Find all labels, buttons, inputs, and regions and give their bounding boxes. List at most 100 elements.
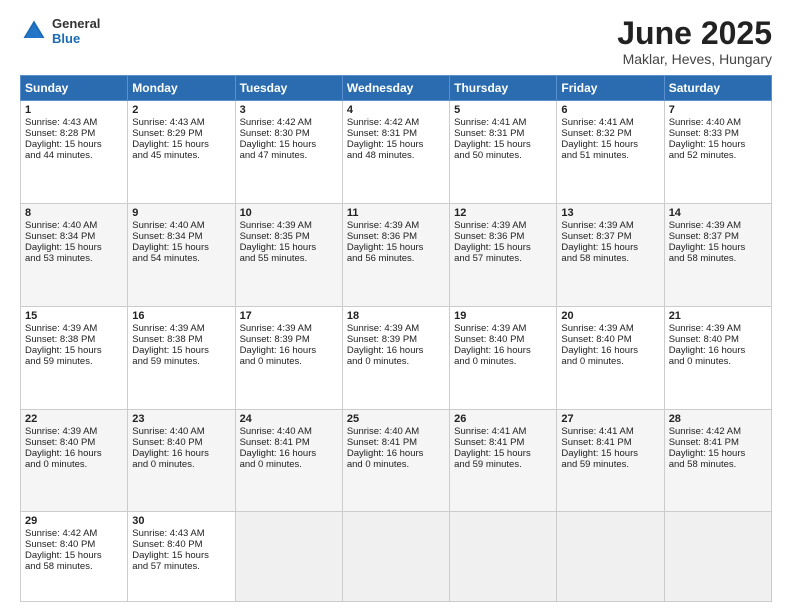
day-info-line: Daylight: 16 hours <box>347 345 445 356</box>
day-info-line: Sunrise: 4:42 AM <box>25 528 123 539</box>
day-info-line: Sunrise: 4:40 AM <box>132 220 230 231</box>
day-info-line: and 58 minutes. <box>669 253 767 264</box>
day-number: 26 <box>454 413 552 425</box>
calendar-cell: 23Sunrise: 4:40 AMSunset: 8:40 PMDayligh… <box>128 409 235 512</box>
day-number: 15 <box>25 310 123 322</box>
day-info-line: and 54 minutes. <box>132 253 230 264</box>
day-info-line: Sunrise: 4:41 AM <box>454 426 552 437</box>
day-info-line: Sunrise: 4:42 AM <box>240 117 338 128</box>
day-info-line: Sunset: 8:39 PM <box>240 334 338 345</box>
header: General Blue June 2025 Maklar, Heves, Hu… <box>20 16 772 67</box>
day-info-line: Sunrise: 4:39 AM <box>132 323 230 334</box>
day-info-line: Sunrise: 4:39 AM <box>454 220 552 231</box>
day-info-line: Daylight: 15 hours <box>561 448 659 459</box>
calendar-cell: 8Sunrise: 4:40 AMSunset: 8:34 PMDaylight… <box>21 203 128 306</box>
day-info-line: Daylight: 16 hours <box>669 345 767 356</box>
day-info-line: Sunset: 8:37 PM <box>561 231 659 242</box>
day-info-line: Sunrise: 4:42 AM <box>347 117 445 128</box>
day-number: 24 <box>240 413 338 425</box>
day-number: 6 <box>561 104 659 116</box>
day-info-line: Sunset: 8:40 PM <box>25 437 123 448</box>
day-number: 11 <box>347 207 445 219</box>
day-info-line: Daylight: 15 hours <box>454 242 552 253</box>
day-info-line: and 51 minutes. <box>561 150 659 161</box>
day-info-line: Sunset: 8:32 PM <box>561 128 659 139</box>
day-info-line: and 0 minutes. <box>454 356 552 367</box>
col-header-monday: Monday <box>128 76 235 101</box>
logo: General Blue <box>20 16 100 46</box>
day-info-line: and 52 minutes. <box>669 150 767 161</box>
day-info-line: Sunset: 8:40 PM <box>132 539 230 550</box>
day-info-line: Sunrise: 4:39 AM <box>561 323 659 334</box>
day-info-line: Sunrise: 4:39 AM <box>347 220 445 231</box>
day-number: 17 <box>240 310 338 322</box>
day-info-line: and 0 minutes. <box>240 459 338 470</box>
day-info-line: Daylight: 15 hours <box>669 242 767 253</box>
day-info-line: and 58 minutes. <box>561 253 659 264</box>
day-number: 10 <box>240 207 338 219</box>
day-number: 23 <box>132 413 230 425</box>
day-number: 7 <box>669 104 767 116</box>
logo-icon <box>20 17 48 45</box>
day-info-line: Daylight: 15 hours <box>240 242 338 253</box>
day-info-line: Sunrise: 4:39 AM <box>669 323 767 334</box>
day-info-line: and 0 minutes. <box>132 459 230 470</box>
calendar-cell <box>342 512 449 602</box>
calendar-week-row: 22Sunrise: 4:39 AMSunset: 8:40 PMDayligh… <box>21 409 772 512</box>
day-info-line: Sunset: 8:41 PM <box>561 437 659 448</box>
day-number: 20 <box>561 310 659 322</box>
calendar-cell: 28Sunrise: 4:42 AMSunset: 8:41 PMDayligh… <box>664 409 771 512</box>
day-info-line: Sunrise: 4:40 AM <box>347 426 445 437</box>
day-number: 8 <box>25 207 123 219</box>
logo-blue: Blue <box>52 31 100 46</box>
calendar-cell: 26Sunrise: 4:41 AMSunset: 8:41 PMDayligh… <box>450 409 557 512</box>
calendar-cell: 27Sunrise: 4:41 AMSunset: 8:41 PMDayligh… <box>557 409 664 512</box>
day-info-line: Sunset: 8:33 PM <box>669 128 767 139</box>
day-info-line: Daylight: 15 hours <box>669 139 767 150</box>
col-header-sunday: Sunday <box>21 76 128 101</box>
calendar-week-row: 1Sunrise: 4:43 AMSunset: 8:28 PMDaylight… <box>21 101 772 204</box>
day-info-line: Sunrise: 4:39 AM <box>347 323 445 334</box>
day-number: 18 <box>347 310 445 322</box>
calendar-table: SundayMondayTuesdayWednesdayThursdayFrid… <box>20 75 772 602</box>
day-number: 12 <box>454 207 552 219</box>
day-number: 16 <box>132 310 230 322</box>
day-info-line: Sunrise: 4:43 AM <box>25 117 123 128</box>
day-info-line: Daylight: 16 hours <box>240 345 338 356</box>
calendar-cell: 17Sunrise: 4:39 AMSunset: 8:39 PMDayligh… <box>235 306 342 409</box>
day-number: 9 <box>132 207 230 219</box>
day-info-line: and 57 minutes. <box>132 561 230 572</box>
day-number: 3 <box>240 104 338 116</box>
location: Maklar, Heves, Hungary <box>617 51 772 67</box>
page: General Blue June 2025 Maklar, Heves, Hu… <box>0 0 792 612</box>
day-info-line: and 0 minutes. <box>561 356 659 367</box>
day-number: 25 <box>347 413 445 425</box>
calendar-cell: 22Sunrise: 4:39 AMSunset: 8:40 PMDayligh… <box>21 409 128 512</box>
day-info-line: and 59 minutes. <box>132 356 230 367</box>
day-info-line: and 50 minutes. <box>454 150 552 161</box>
calendar-cell: 13Sunrise: 4:39 AMSunset: 8:37 PMDayligh… <box>557 203 664 306</box>
day-number: 21 <box>669 310 767 322</box>
day-info-line: Daylight: 15 hours <box>454 139 552 150</box>
calendar-cell: 21Sunrise: 4:39 AMSunset: 8:40 PMDayligh… <box>664 306 771 409</box>
calendar-cell: 1Sunrise: 4:43 AMSunset: 8:28 PMDaylight… <box>21 101 128 204</box>
col-header-wednesday: Wednesday <box>342 76 449 101</box>
calendar-cell: 20Sunrise: 4:39 AMSunset: 8:40 PMDayligh… <box>557 306 664 409</box>
col-header-thursday: Thursday <box>450 76 557 101</box>
calendar-cell: 30Sunrise: 4:43 AMSunset: 8:40 PMDayligh… <box>128 512 235 602</box>
calendar-cell: 25Sunrise: 4:40 AMSunset: 8:41 PMDayligh… <box>342 409 449 512</box>
calendar-cell: 5Sunrise: 4:41 AMSunset: 8:31 PMDaylight… <box>450 101 557 204</box>
day-info-line: Sunrise: 4:39 AM <box>561 220 659 231</box>
day-number: 28 <box>669 413 767 425</box>
calendar-cell: 10Sunrise: 4:39 AMSunset: 8:35 PMDayligh… <box>235 203 342 306</box>
day-info-line: and 57 minutes. <box>454 253 552 264</box>
day-number: 27 <box>561 413 659 425</box>
calendar-cell: 7Sunrise: 4:40 AMSunset: 8:33 PMDaylight… <box>664 101 771 204</box>
day-info-line: Sunrise: 4:39 AM <box>454 323 552 334</box>
calendar-cell <box>235 512 342 602</box>
logo-general: General <box>52 16 100 31</box>
day-info-line: and 58 minutes. <box>669 459 767 470</box>
day-info-line: Sunset: 8:35 PM <box>240 231 338 242</box>
day-number: 4 <box>347 104 445 116</box>
day-info-line: Daylight: 16 hours <box>240 448 338 459</box>
